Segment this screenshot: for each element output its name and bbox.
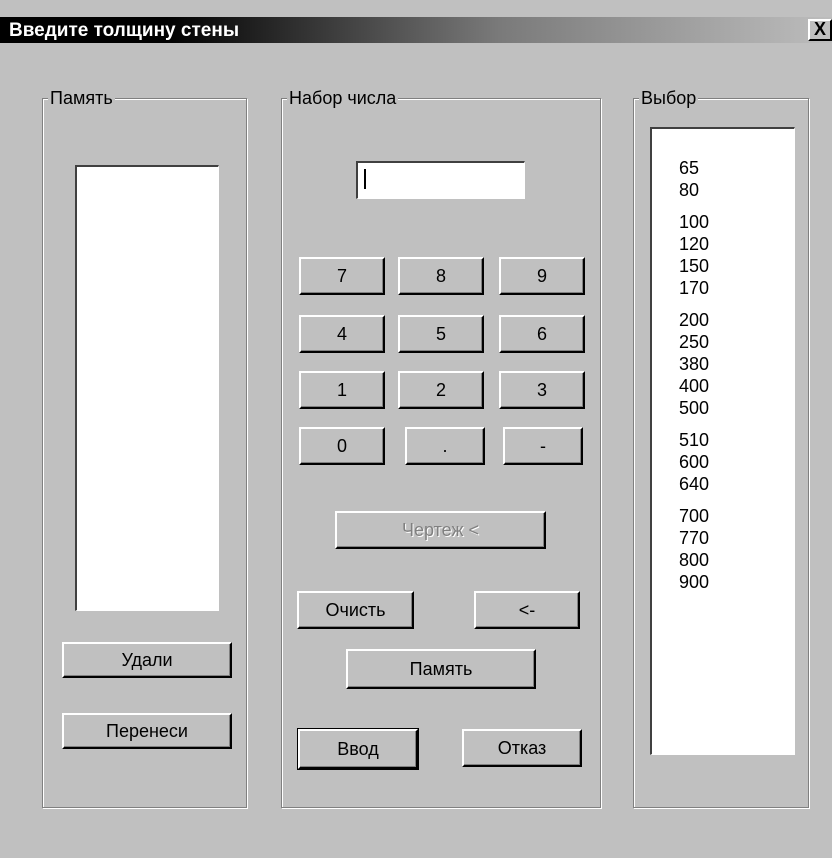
key-label: 1 — [336, 379, 347, 400]
list-item[interactable]: 900 — [679, 571, 709, 593]
key-label: 8 — [435, 265, 446, 286]
entry-group: Набор числа 7 8 9 4 5 6 1 2 3 0 . - Черт… — [281, 87, 601, 808]
key-9[interactable]: 9 — [499, 257, 585, 295]
key-2[interactable]: 2 — [398, 371, 484, 409]
cancel-button-label: Отказ — [497, 737, 547, 758]
memory-list[interactable] — [75, 165, 219, 611]
key-3[interactable]: 3 — [499, 371, 585, 409]
list-item[interactable]: 80 — [679, 179, 709, 201]
list-item[interactable]: 170 — [679, 277, 709, 299]
choice-group: Выбор 65 80 100 120 150 170 200 250 380 400 500 510… — [633, 87, 809, 808]
key-label: . — [442, 435, 448, 456]
cancel-button[interactable]: Отказ — [462, 729, 582, 767]
enter-button-label: Ввод — [337, 738, 379, 759]
clear-button-label: Очисть — [325, 599, 386, 620]
memory-legend: Память — [48, 87, 115, 109]
list-item[interactable]: 400 — [679, 375, 709, 397]
memory-button-label: Память — [409, 658, 473, 679]
thickness-options: 65 80 100 120 150 170 200 250 380 400 500 510 600 640… — [679, 157, 709, 593]
thickness-list[interactable]: 65 80 100 120 150 170 200 250 380 400 500 510 600 640… — [650, 127, 795, 755]
key-decimal-point[interactable]: . — [405, 427, 485, 465]
list-item[interactable]: 65 — [679, 157, 709, 179]
list-item[interactable]: 600 — [679, 451, 709, 473]
key-7[interactable]: 7 — [299, 257, 385, 295]
delete-button[interactable]: Удали — [62, 642, 232, 678]
key-label: 5 — [435, 323, 446, 344]
list-item[interactable]: 150 — [679, 255, 709, 277]
list-item[interactable]: 100 — [679, 211, 709, 233]
backspace-button[interactable]: <- — [474, 591, 580, 629]
title-bar: Введите толщину стены X — [0, 17, 832, 43]
key-label: 9 — [536, 265, 547, 286]
key-5[interactable]: 5 — [398, 315, 484, 353]
list-item[interactable]: 250 — [679, 331, 709, 353]
drawing-button-label: Чертеж < — [401, 519, 480, 540]
key-8[interactable]: 8 — [398, 257, 484, 295]
key-label: - — [540, 435, 546, 456]
list-item[interactable]: 380 — [679, 353, 709, 375]
list-item[interactable]: 510 — [679, 429, 709, 451]
list-item[interactable]: 120 — [679, 233, 709, 255]
drawing-button[interactable]: Чертеж < — [335, 511, 546, 549]
backspace-button-label: <- — [518, 599, 536, 620]
memory-group: Память Удали Перенеси — [42, 87, 247, 808]
key-label: 4 — [336, 323, 347, 344]
number-input[interactable] — [356, 161, 525, 199]
close-button[interactable]: X — [808, 19, 832, 41]
entry-legend: Набор числа — [287, 87, 399, 109]
enter-button[interactable]: Ввод — [297, 728, 419, 770]
transfer-button-label: Перенеси — [106, 720, 188, 741]
key-4[interactable]: 4 — [299, 315, 385, 353]
choice-legend: Выбор — [639, 87, 699, 109]
key-0[interactable]: 0 — [299, 427, 385, 465]
list-item[interactable]: 800 — [679, 549, 709, 571]
key-label: 2 — [435, 379, 446, 400]
transfer-button[interactable]: Перенеси — [62, 713, 232, 749]
clear-button[interactable]: Очисть — [297, 591, 414, 629]
memory-button[interactable]: Память — [346, 649, 536, 689]
delete-button-label: Удали — [121, 649, 173, 670]
list-gap — [679, 201, 709, 211]
key-6[interactable]: 6 — [499, 315, 585, 353]
key-label: 6 — [536, 323, 547, 344]
text-cursor — [364, 169, 366, 189]
window-title: Введите толщину стены — [9, 20, 240, 41]
key-label: 0 — [336, 435, 347, 456]
list-item[interactable]: 640 — [679, 473, 709, 495]
close-icon: X — [813, 19, 826, 39]
key-1[interactable]: 1 — [299, 371, 385, 409]
list-item[interactable]: 700 — [679, 505, 709, 527]
list-item[interactable]: 500 — [679, 397, 709, 419]
key-label: 3 — [536, 379, 547, 400]
key-label: 7 — [336, 265, 347, 286]
key-minus[interactable]: - — [503, 427, 583, 465]
list-item[interactable]: 200 — [679, 309, 709, 331]
list-gap — [679, 495, 709, 505]
list-item[interactable]: 770 — [679, 527, 709, 549]
list-gap — [679, 419, 709, 429]
list-gap — [679, 299, 709, 309]
